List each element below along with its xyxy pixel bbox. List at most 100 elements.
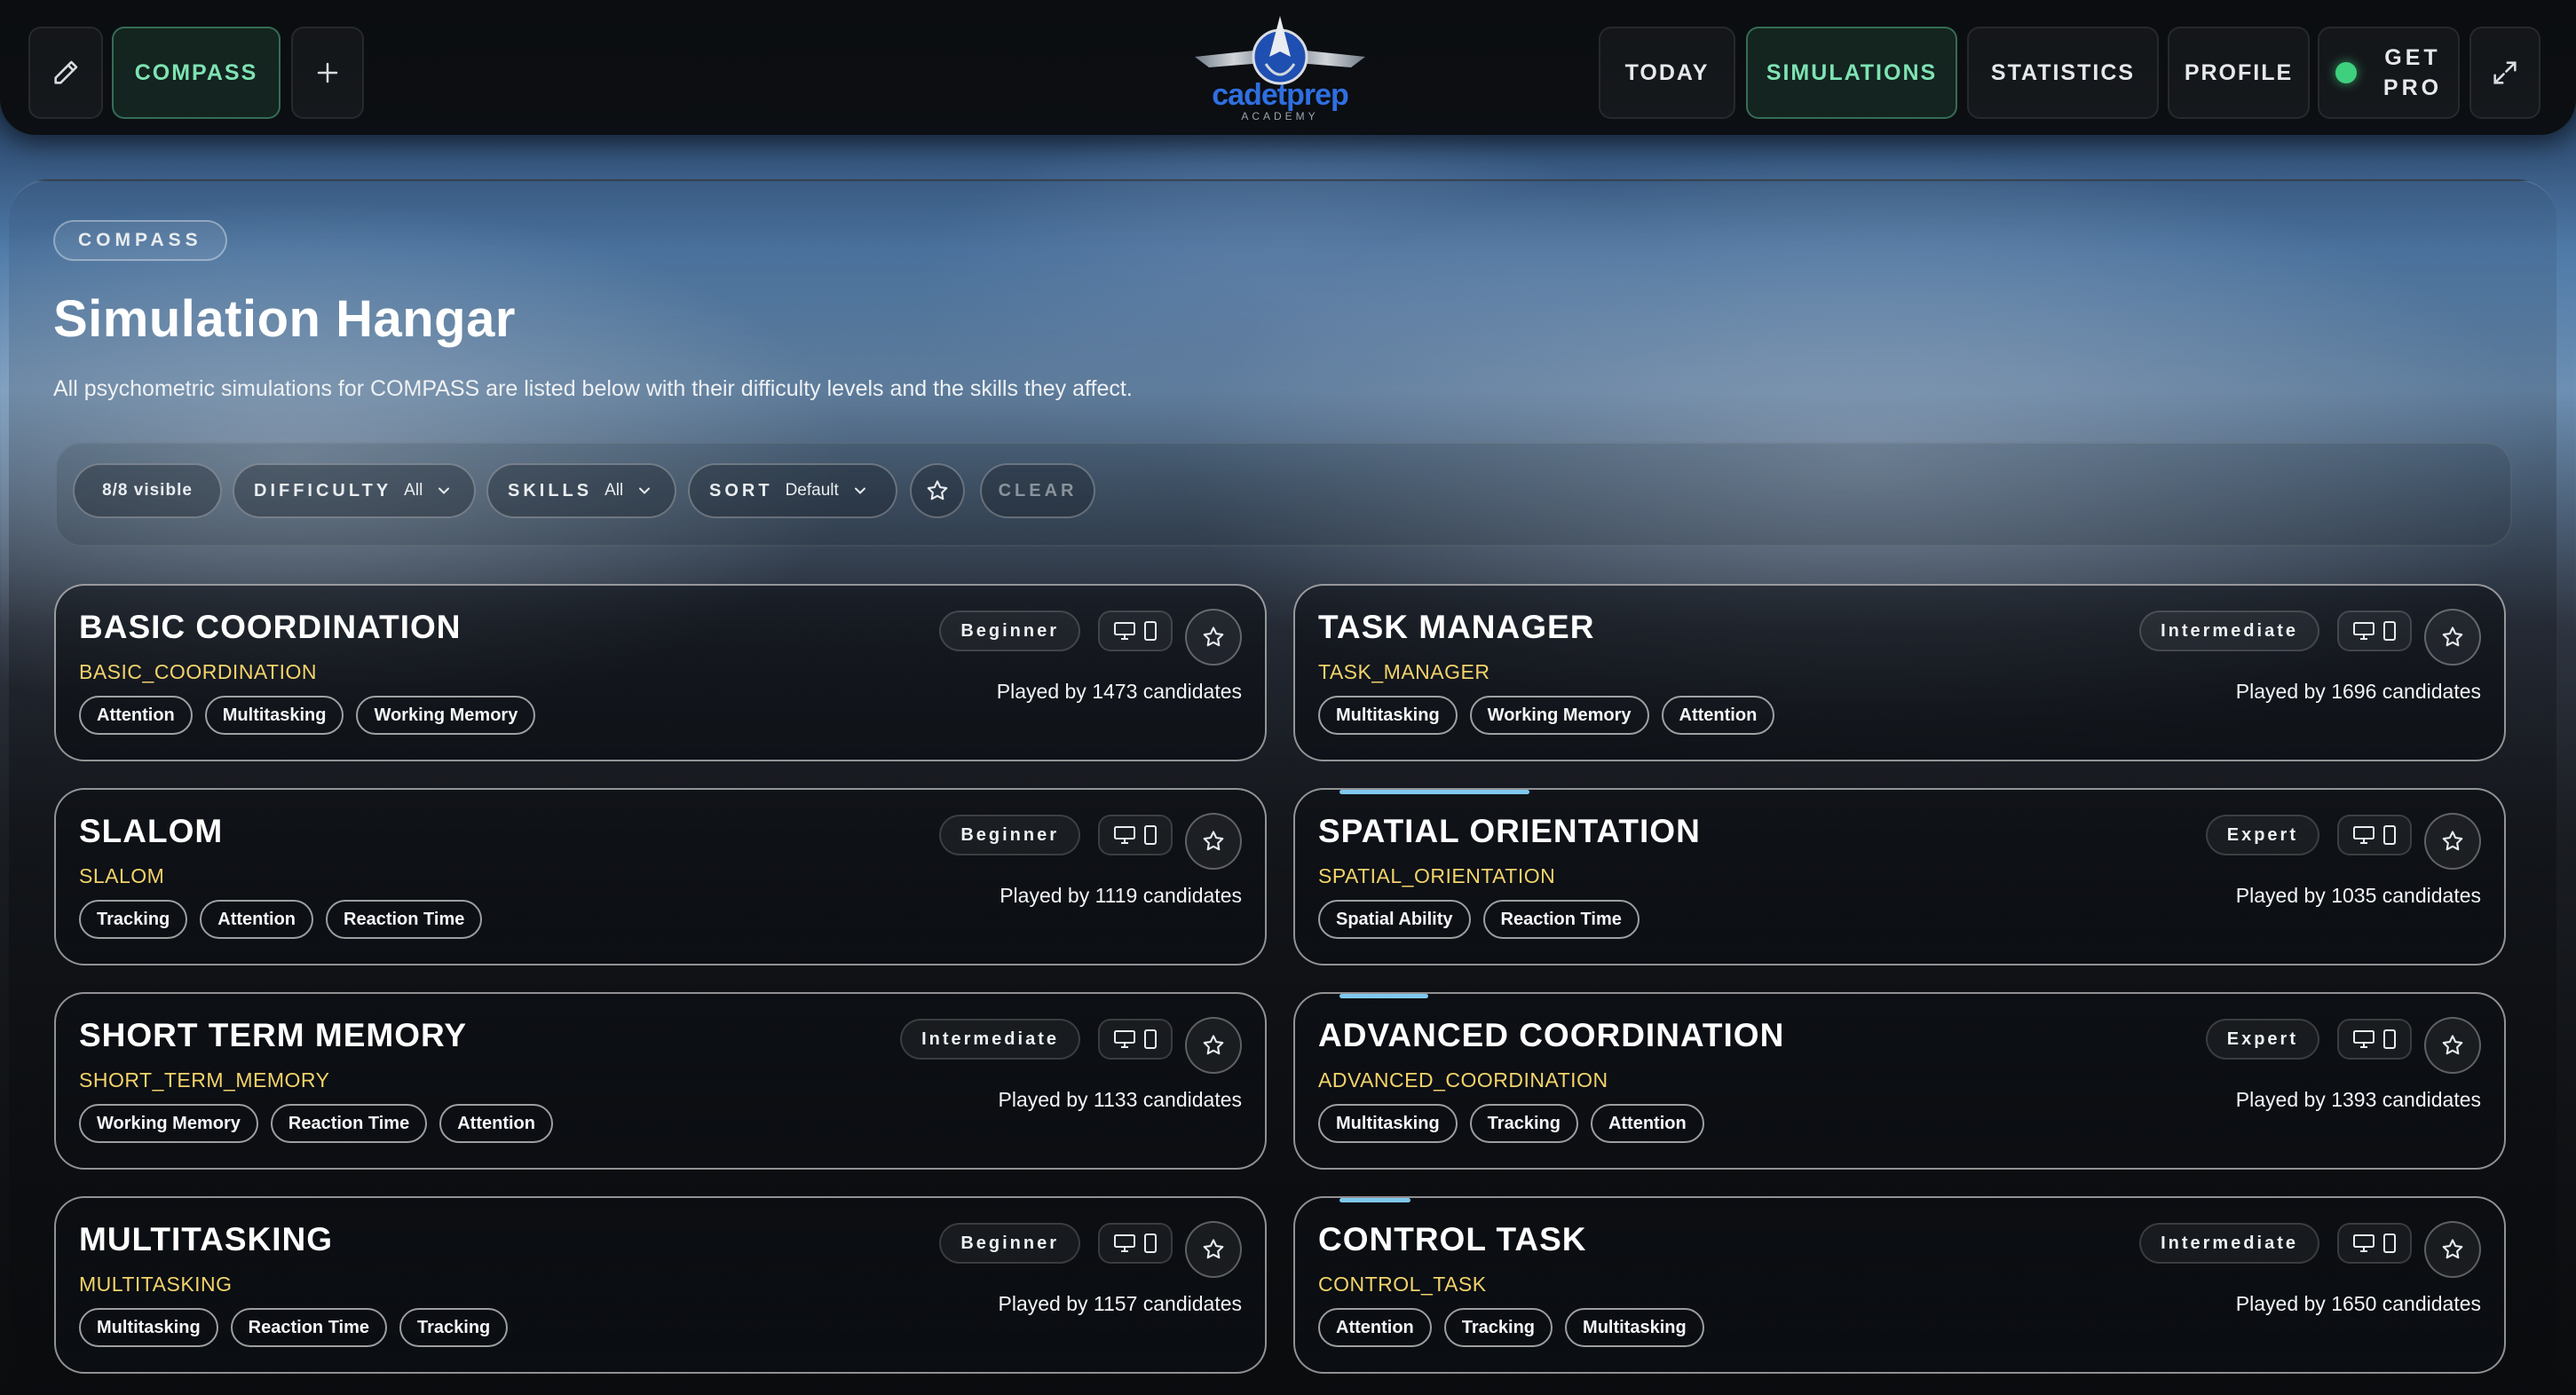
- skill-tag: Reaction Time: [270, 1104, 428, 1143]
- card-code: MULTITASKING: [79, 1273, 233, 1296]
- skill-tag: Attention: [439, 1104, 553, 1143]
- played-count: Played by 1650 candidates: [2235, 1292, 2481, 1315]
- favorite-button[interactable]: [2424, 609, 2481, 666]
- get-pro-label: GET PRO: [2383, 43, 2442, 103]
- mobile-icon: [2383, 825, 2396, 845]
- skill-tag: Tracking: [79, 900, 188, 939]
- skill-tag: Attention: [1661, 696, 1775, 735]
- skills-filter[interactable]: SKILLS All: [486, 463, 676, 518]
- difficulty-badge: Beginner: [939, 611, 1080, 651]
- card-accent-bar: [1339, 790, 1529, 794]
- nav-today[interactable]: TODAY: [1599, 27, 1735, 119]
- nav-simulations[interactable]: SIMULATIONS: [1746, 27, 1957, 119]
- add-button[interactable]: [291, 27, 364, 119]
- mobile-icon: [1144, 825, 1157, 845]
- status-dot-icon: [2335, 62, 2357, 83]
- desktop-icon: [1114, 1030, 1135, 1048]
- skill-tag: Tracking: [399, 1308, 509, 1347]
- favorite-button[interactable]: [2424, 1221, 2481, 1278]
- card-code: SHORT_TERM_MEMORY: [79, 1068, 330, 1092]
- skill-tag: Attention: [1590, 1104, 1704, 1143]
- played-count: Played by 1035 candidates: [2235, 884, 2481, 907]
- skill-tags: Multitasking Reaction Time Tracking: [79, 1308, 509, 1347]
- desktop-icon: [2353, 826, 2375, 844]
- skill-tag: Multitasking: [79, 1308, 218, 1347]
- desktop-icon: [2353, 622, 2375, 640]
- nav-profile[interactable]: PROFILE: [2168, 27, 2310, 119]
- sort-filter[interactable]: SORT Default: [688, 463, 897, 518]
- skill-tag: Attention: [79, 696, 193, 735]
- skill-tags: Tracking Attention Reaction Time: [79, 900, 483, 939]
- skill-tags: Working Memory Reaction Time Attention: [79, 1104, 553, 1143]
- skills-value: All: [604, 481, 624, 500]
- simulation-card[interactable]: TASK MANAGER TASK_MANAGER Multitasking Work…: [1293, 584, 2506, 761]
- played-count: Played by 1133 candidates: [998, 1088, 1243, 1111]
- simulation-card[interactable]: MULTITASKING MULTITASKING Multitasking Reac…: [54, 1196, 1267, 1374]
- skill-tag: Reaction Time: [1482, 900, 1640, 939]
- desktop-icon: [1114, 622, 1135, 640]
- skill-tag: Attention: [200, 900, 314, 939]
- difficulty-badge: Expert: [2205, 1019, 2319, 1060]
- star-icon: [2442, 1239, 2463, 1259]
- star-icon: [1203, 1239, 1224, 1259]
- platform-badge: [2337, 815, 2412, 855]
- favorite-button[interactable]: [1185, 1221, 1242, 1278]
- get-pro-button[interactable]: GET PRO: [2318, 27, 2460, 119]
- skill-tag: Tracking: [1443, 1308, 1553, 1347]
- skill-tag: Working Memory: [356, 696, 536, 735]
- page-title: Simulation Hangar: [53, 290, 516, 348]
- star-icon: [2442, 627, 2463, 647]
- favorite-button[interactable]: [2424, 1017, 2481, 1074]
- star-icon: [1203, 1035, 1224, 1055]
- favorite-button[interactable]: [1185, 1017, 1242, 1074]
- clear-button[interactable]: CLEAR: [980, 463, 1095, 518]
- skill-tags: Multitasking Working Memory Attention: [1318, 696, 1775, 735]
- favorite-button[interactable]: [1185, 609, 1242, 666]
- fullscreen-button[interactable]: [2469, 27, 2540, 119]
- simulation-card[interactable]: BASIC COORDINATION BASIC_COORDINATION Atte…: [54, 584, 1267, 761]
- platform-badge: [1098, 1223, 1173, 1264]
- mobile-icon: [2383, 1029, 2396, 1049]
- compass-button[interactable]: COMPASS: [112, 27, 281, 119]
- favorite-button[interactable]: [2424, 813, 2481, 870]
- nav-statistics[interactable]: STATISTICS: [1967, 27, 2159, 119]
- mobile-icon: [2383, 621, 2396, 641]
- card-code: TASK_MANAGER: [1318, 660, 1490, 683]
- chevron-down-icon: [439, 487, 450, 494]
- edit-button[interactable]: [28, 27, 103, 119]
- desktop-icon: [1114, 826, 1135, 844]
- mobile-icon: [2383, 1233, 2396, 1253]
- difficulty-badge: Intermediate: [900, 1019, 1080, 1060]
- card-title: SHORT TERM MEMORY: [79, 1017, 468, 1053]
- star-icon: [927, 480, 948, 500]
- skill-tags: Multitasking Tracking Attention: [1318, 1104, 1704, 1143]
- card-title: TASK MANAGER: [1318, 609, 1595, 645]
- card-accent-bar: [1339, 1198, 1410, 1202]
- mobile-icon: [1144, 1233, 1157, 1253]
- simulation-card[interactable]: ADVANCED COORDINATION ADVANCED_COORDINATI…: [1293, 992, 2506, 1170]
- logo-text: cadetprep: [1212, 78, 1349, 112]
- difficulty-filter[interactable]: DIFFICULTY All: [233, 463, 476, 518]
- simulation-card[interactable]: SPATIAL ORIENTATION SPATIAL_ORIENTATION Sp…: [1293, 788, 2506, 965]
- favorite-button[interactable]: [1185, 813, 1242, 870]
- simulation-card[interactable]: SLALOM SLALOM Tracking Attention Reaction Ti…: [54, 788, 1267, 965]
- mobile-icon: [1144, 1029, 1157, 1049]
- logo-subtext: ACADEMY: [1241, 110, 1319, 122]
- skill-tag: Attention: [1318, 1308, 1432, 1347]
- chevron-down-icon: [854, 487, 865, 494]
- simulation-card[interactable]: SHORT TERM MEMORY SHORT_TERM_MEMORY Workin…: [54, 992, 1267, 1170]
- clear-button-label: CLEAR: [998, 480, 1078, 500]
- simulation-card[interactable]: CONTROL TASK CONTROL_TASK Attention Trackin…: [1293, 1196, 2506, 1374]
- chevron-down-icon: [639, 487, 651, 494]
- sort-key: SORT: [709, 480, 773, 500]
- favorites-filter-button[interactable]: [910, 463, 965, 518]
- skill-tag: Reaction Time: [230, 1308, 388, 1347]
- sort-value: Default: [785, 481, 839, 500]
- platform-badge: [2337, 1019, 2412, 1060]
- nav-simulations-label: SIMULATIONS: [1766, 59, 1938, 85]
- exam-badge: COMPASS: [53, 220, 227, 261]
- difficulty-badge: Beginner: [939, 1223, 1080, 1264]
- platform-badge: [1098, 611, 1173, 651]
- skill-tag: Working Memory: [1469, 696, 1649, 735]
- card-title: CONTROL TASK: [1318, 1221, 1587, 1257]
